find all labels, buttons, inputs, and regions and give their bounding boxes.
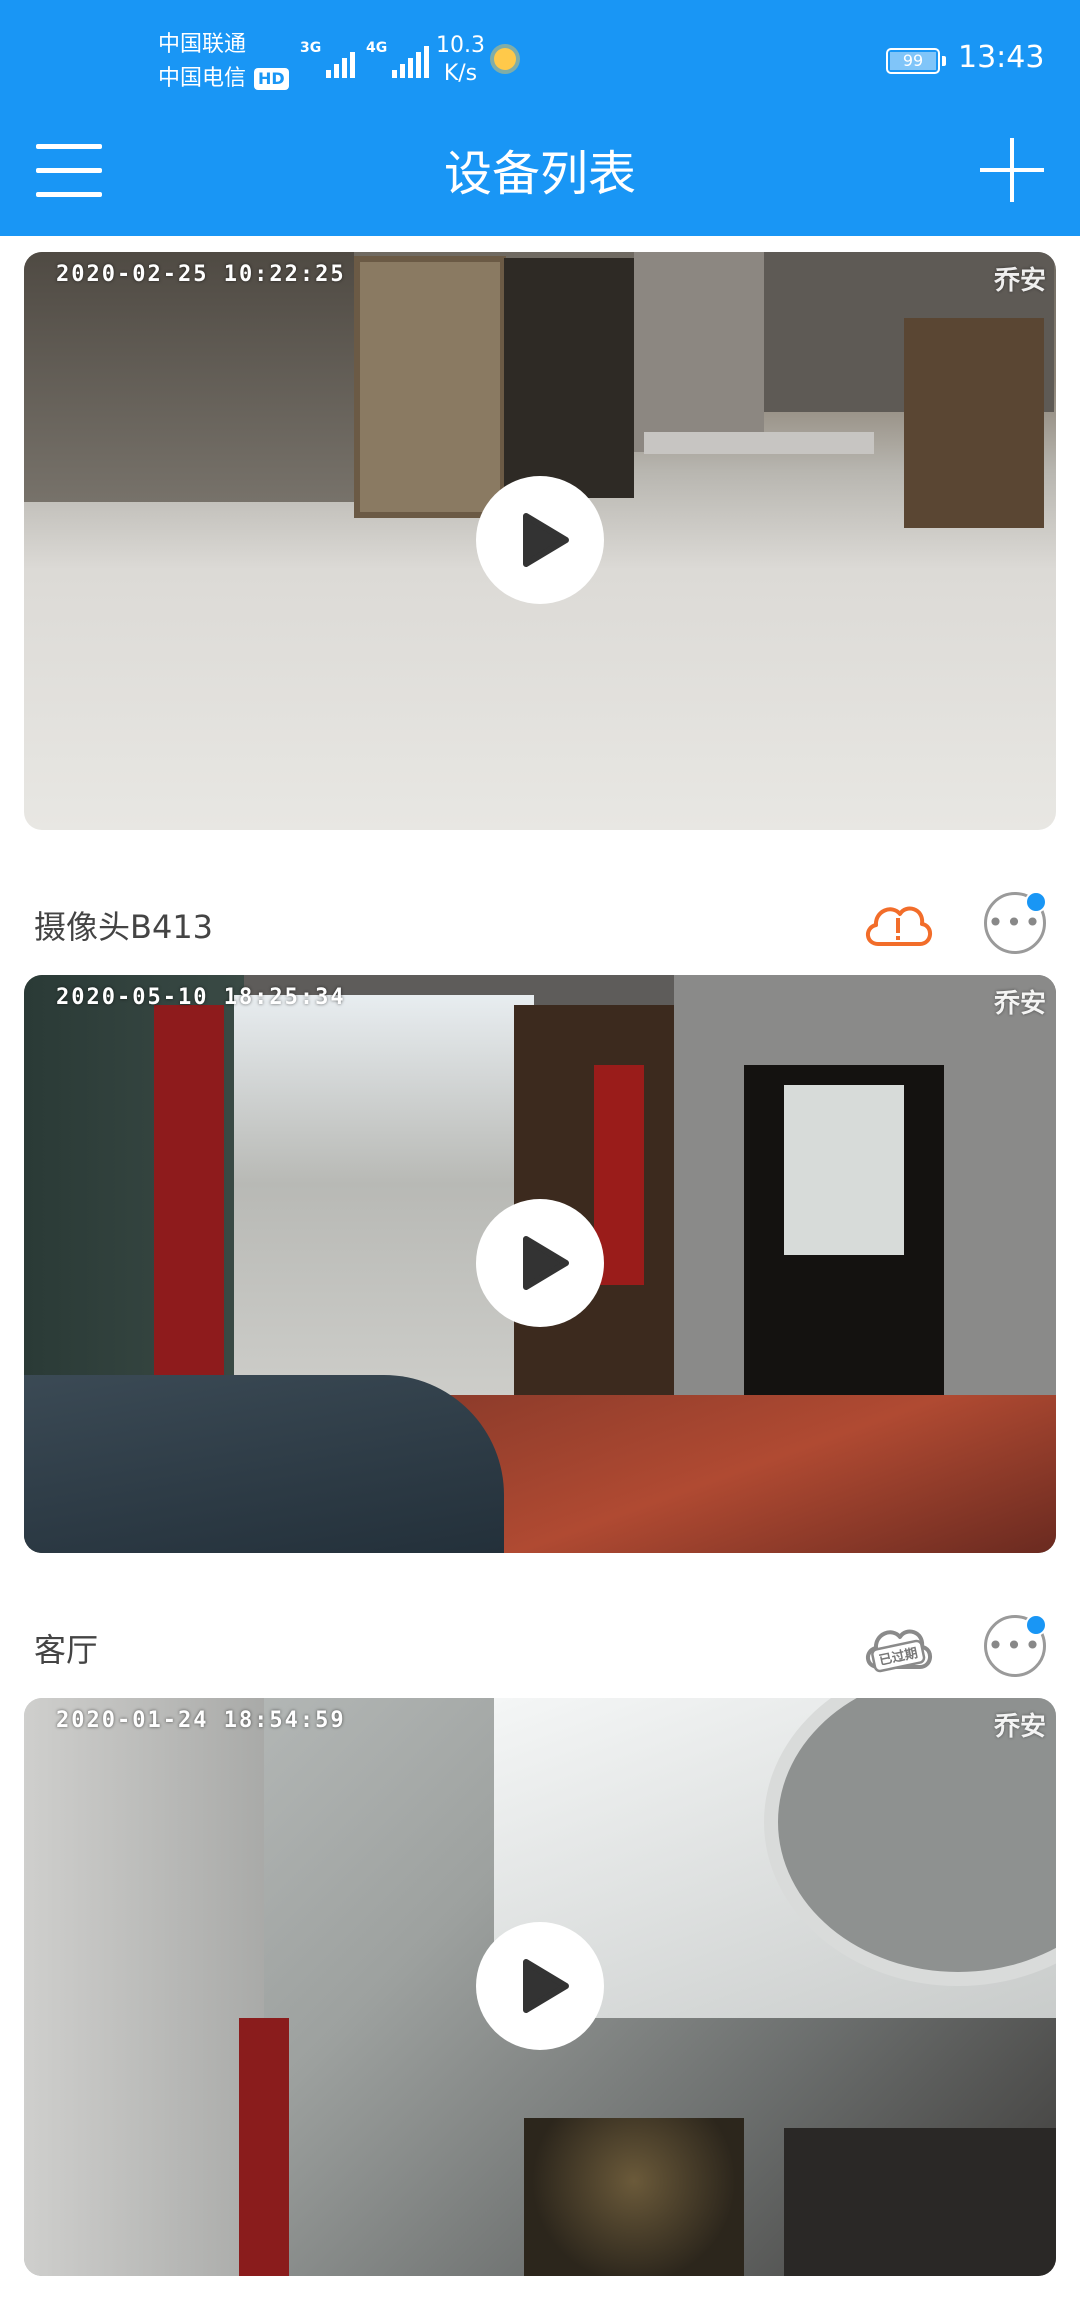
chandelier [524, 2118, 744, 2276]
more-icon: ••• [987, 906, 1043, 939]
feed-timestamp: 2020-01-24 18:54:59 [56, 1708, 346, 1733]
device-row: 摄像头B413 ••• [0, 876, 1080, 976]
signal-icon: 4G [366, 40, 430, 78]
device-row: 客厅 已过期 ••• [0, 1599, 1080, 1699]
left-wall [24, 1698, 264, 2276]
red-column [239, 2018, 289, 2276]
sink-counter [644, 432, 874, 454]
red-banner [154, 1005, 224, 1385]
battery-icon: 99 [886, 48, 946, 74]
carrier-2: 中国电信 [158, 66, 247, 91]
play-button[interactable] [476, 1199, 604, 1327]
play-icon [523, 513, 569, 567]
brand-watermark: 乔安 [993, 989, 1046, 1019]
clock: 13:43 [958, 40, 1045, 75]
right-door [904, 318, 1044, 528]
play-button[interactable] [476, 1922, 604, 2050]
network-speed: 10.3 K/s [436, 33, 485, 86]
device-name: 客厅 [34, 1631, 99, 1669]
page-title: 设备列表 [443, 146, 636, 202]
signal-icon: 3G [300, 40, 356, 78]
play-icon [523, 1959, 569, 2013]
carrier-info: 中国联通 中国电信 HD [158, 28, 289, 96]
camera-feed[interactable]: 2020-02-25 10:22:25 乔安 [24, 252, 1056, 830]
play-button[interactable] [476, 476, 604, 604]
camera-feed[interactable]: 2020-05-10 18:25:34 乔安 [24, 975, 1056, 1553]
feed-timestamp: 2020-02-25 10:22:25 [56, 262, 346, 287]
notification-dot [1025, 1614, 1047, 1636]
camera-feed[interactable]: 2020-01-24 18:54:59 乔安 [24, 1698, 1056, 2276]
carrier-1: 中国联通 [158, 32, 247, 57]
weather-sun-icon [494, 48, 516, 70]
more-icon: ••• [987, 1629, 1043, 1662]
app-bar: 设备列表 [0, 110, 1080, 236]
cloud-expired-icon[interactable]: 已过期 [860, 1617, 936, 1677]
window [784, 2128, 1056, 2276]
more-options-button[interactable]: ••• [984, 891, 1047, 954]
feed-timestamp: 2020-05-10 18:25:34 [56, 985, 346, 1010]
cloud-alert-icon[interactable] [860, 894, 936, 954]
doorway [504, 258, 634, 498]
brand-watermark: 乔安 [993, 1712, 1046, 1742]
add-icon[interactable] [980, 138, 1044, 202]
play-icon [523, 1236, 569, 1290]
device-name: 摄像头B413 [34, 908, 214, 946]
status-bar: 中国联通 中国电信 HD 3G 4G 10.3 K/s 99 13:43 [0, 0, 1080, 110]
notification-dot [1025, 891, 1047, 913]
more-options-button[interactable]: ••• [984, 1614, 1047, 1677]
hd-badge: HD [254, 68, 289, 90]
brand-watermark: 乔安 [993, 266, 1046, 296]
